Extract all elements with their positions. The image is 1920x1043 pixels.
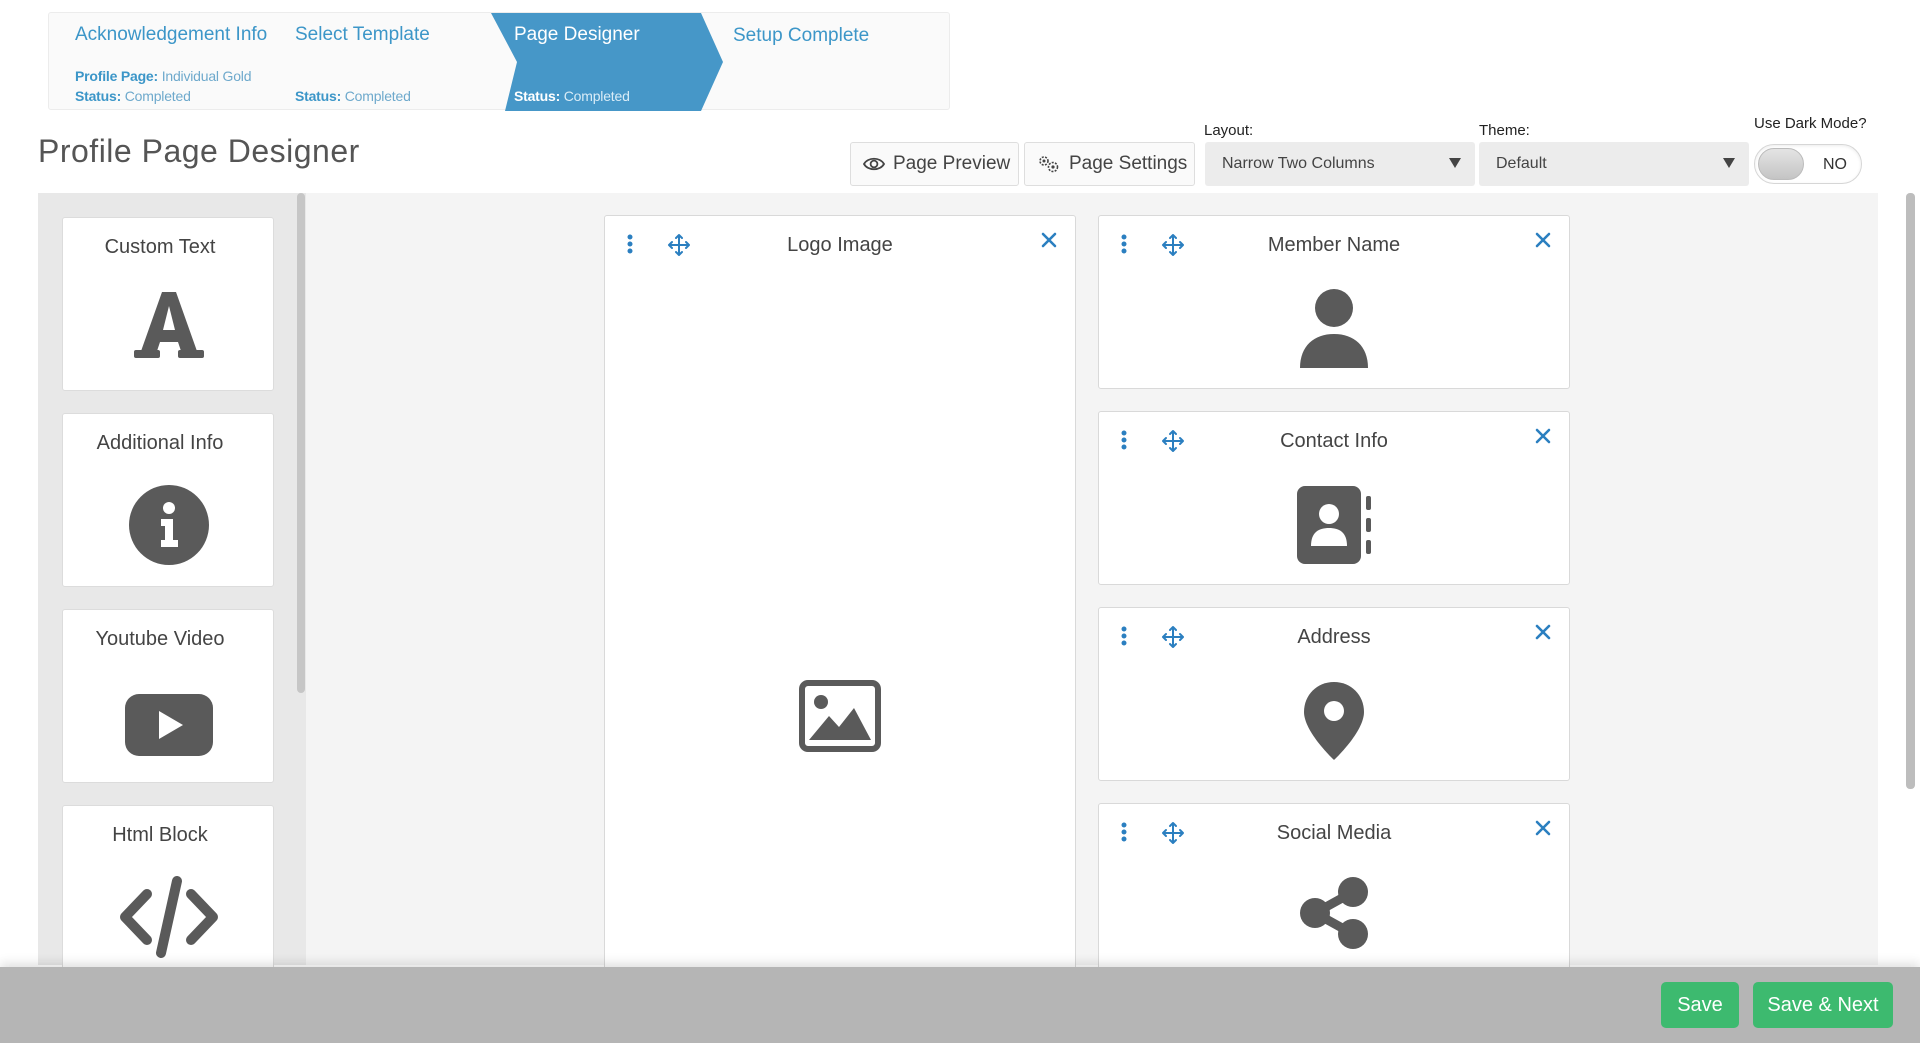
- wizard-step-status: Status: Completed: [75, 88, 191, 104]
- wizard-step-status: Status: Completed: [514, 88, 630, 104]
- page-preview-label: Page Preview: [893, 153, 1011, 174]
- eye-icon: [863, 156, 885, 172]
- status-label: Status:: [75, 88, 122, 104]
- close-icon[interactable]: [1041, 232, 1057, 253]
- wizard-step-title: Page Designer: [514, 24, 640, 45]
- map-marker-icon: [1099, 680, 1569, 762]
- widget-social-media[interactable]: Social Media: [1098, 803, 1570, 977]
- layout-select-value: Narrow Two Columns: [1222, 155, 1375, 172]
- profile-page-value: Individual Gold: [161, 68, 252, 84]
- page-preview-button[interactable]: Page Preview: [850, 142, 1019, 186]
- palette-item-html-block[interactable]: Html Block: [62, 805, 274, 979]
- save-and-next-button[interactable]: Save & Next: [1753, 982, 1893, 1028]
- widget-title: Logo Image: [787, 234, 893, 256]
- designer-area: Custom Text Additional Info Youtube Vide…: [38, 193, 1915, 979]
- status-value: Completed: [563, 88, 630, 104]
- close-icon[interactable]: [1535, 820, 1551, 841]
- profile-page-label: Profile Page:: [75, 68, 158, 84]
- theme-select[interactable]: Default: [1479, 142, 1749, 186]
- chevron-down-icon: [1723, 158, 1735, 168]
- wizard-step-title: Setup Complete: [733, 25, 870, 46]
- palette-item-title: Youtube Video: [95, 628, 225, 650]
- palette-item-title: Custom Text: [104, 236, 216, 258]
- layout-select[interactable]: Narrow Two Columns: [1205, 142, 1475, 186]
- widget-contact-info[interactable]: Contact Info: [1098, 411, 1570, 585]
- save-button[interactable]: Save: [1661, 982, 1739, 1028]
- palette-item-title: Html Block: [112, 824, 208, 846]
- wizard-step-page-designer[interactable]: Page Designer Status: Completed: [514, 13, 704, 111]
- palette-item-additional-info[interactable]: Additional Info: [62, 413, 274, 587]
- address-book-icon: [1099, 484, 1569, 566]
- code-icon: [63, 876, 275, 958]
- wizard-step-setup-complete[interactable]: Setup Complete: [733, 13, 933, 111]
- page-settings-label: Page Settings: [1069, 153, 1188, 174]
- close-icon[interactable]: [1535, 428, 1551, 449]
- gears-icon: [1037, 154, 1061, 174]
- chevron-down-icon: [1449, 158, 1461, 168]
- user-icon: [1099, 288, 1569, 370]
- widget-address[interactable]: Address: [1098, 607, 1570, 781]
- dark-mode-value: NO: [1823, 156, 1847, 173]
- layout-label: Layout:: [1204, 122, 1254, 139]
- wizard-step-title: Acknowledgement Info: [75, 24, 268, 45]
- page-settings-button[interactable]: Page Settings: [1024, 142, 1195, 186]
- page-title: Profile Page Designer: [38, 133, 360, 169]
- wizard-step-select-template[interactable]: Select Template Status: Completed: [295, 13, 475, 111]
- share-icon: [1099, 876, 1569, 950]
- image-icon: [605, 680, 1075, 752]
- wizard-step-title: Select Template: [295, 24, 430, 45]
- palette-item-youtube-video[interactable]: Youtube Video: [62, 609, 274, 783]
- font-letter-a-icon: [63, 288, 275, 362]
- widget-logo-image[interactable]: Logo Image: [604, 215, 1076, 975]
- wizard-step-status: Status: Completed: [295, 88, 411, 104]
- wizard-step-profile-page: Profile Page: Individual Gold: [75, 68, 252, 84]
- setup-wizard: Acknowledgement Info Profile Page: Indiv…: [48, 12, 950, 111]
- youtube-icon: [63, 694, 275, 756]
- designer-scrollbar-thumb[interactable]: [1906, 193, 1915, 789]
- widget-title: Address: [1297, 626, 1371, 648]
- widget-member-name[interactable]: Member Name: [1098, 215, 1570, 389]
- status-label: Status:: [295, 88, 342, 104]
- close-icon[interactable]: [1535, 232, 1551, 253]
- toggle-knob: [1758, 148, 1804, 180]
- wizard-step-acknowledgement[interactable]: Acknowledgement Info Profile Page: Indiv…: [75, 13, 275, 111]
- status-label: Status:: [514, 88, 561, 104]
- status-value: Completed: [124, 88, 191, 104]
- palette-scrollbar-thumb[interactable]: [297, 193, 305, 693]
- theme-label: Theme:: [1479, 122, 1530, 139]
- widget-title: Contact Info: [1280, 430, 1388, 452]
- palette-item-custom-text[interactable]: Custom Text: [62, 217, 274, 391]
- palette-item-title: Additional Info: [96, 432, 224, 454]
- footer-bar: [0, 967, 1920, 1043]
- theme-select-value: Default: [1496, 155, 1547, 172]
- widget-palette: Custom Text Additional Info Youtube Vide…: [38, 193, 306, 979]
- dark-mode-label: Use Dark Mode?: [1754, 115, 1867, 132]
- dark-mode-toggle[interactable]: NO: [1754, 144, 1862, 184]
- widget-title: Member Name: [1267, 234, 1401, 256]
- info-circle-icon: [63, 484, 275, 566]
- close-icon[interactable]: [1535, 624, 1551, 645]
- widget-title: Social Media: [1276, 822, 1392, 844]
- status-value: Completed: [344, 88, 411, 104]
